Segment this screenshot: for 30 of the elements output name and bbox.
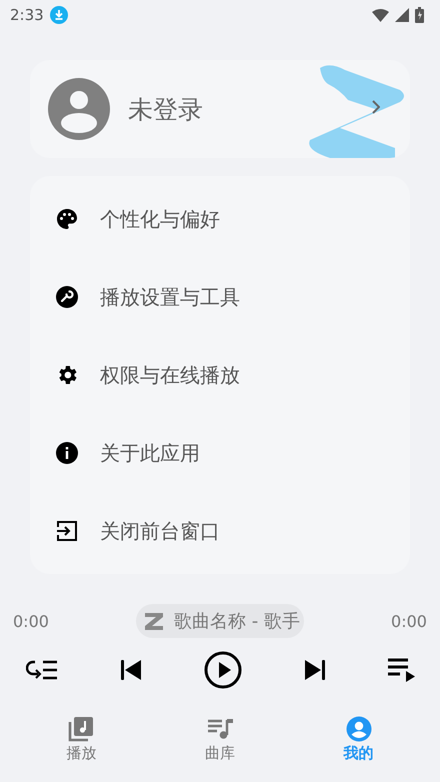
palette-icon: [55, 207, 79, 231]
track-title[interactable]: 歌曲名称 - 歌手: [136, 604, 304, 638]
wrench-icon: [55, 285, 79, 309]
menu-item[interactable]: 权限与在线播放: [30, 336, 410, 414]
music-album-icon: [68, 716, 94, 742]
battery-icon: [415, 7, 424, 23]
next-icon[interactable]: [303, 658, 327, 682]
download-icon: [50, 6, 68, 24]
play-icon[interactable]: [204, 651, 242, 689]
status-time: 2:33: [10, 6, 44, 24]
info-icon: [55, 441, 79, 465]
login-status: 未登录: [128, 94, 203, 126]
menu-item[interactable]: 播放设置与工具: [30, 258, 410, 336]
chevron-right-icon: [372, 100, 380, 114]
previous-icon[interactable]: [119, 658, 143, 682]
nav-tab[interactable]: 曲库: [164, 710, 275, 769]
exit-icon: [55, 519, 79, 543]
menu-item[interactable]: 关于此应用: [30, 414, 410, 492]
total-time: 0:00: [391, 612, 427, 630]
elapsed-time: 0:00: [13, 612, 49, 630]
wifi-icon: [372, 8, 389, 22]
nav-tab[interactable]: 播放: [26, 710, 136, 769]
queue-icon[interactable]: [388, 657, 416, 683]
repeat-list-icon[interactable]: [26, 659, 58, 681]
menu-item[interactable]: 关闭前台窗口: [30, 492, 410, 570]
menu-item[interactable]: 个性化与偏好: [30, 180, 410, 258]
account-icon: [346, 716, 372, 742]
avatar-icon: [48, 78, 110, 140]
signal-icon: [395, 8, 409, 22]
profile-card[interactable]: 未登录: [30, 60, 410, 158]
